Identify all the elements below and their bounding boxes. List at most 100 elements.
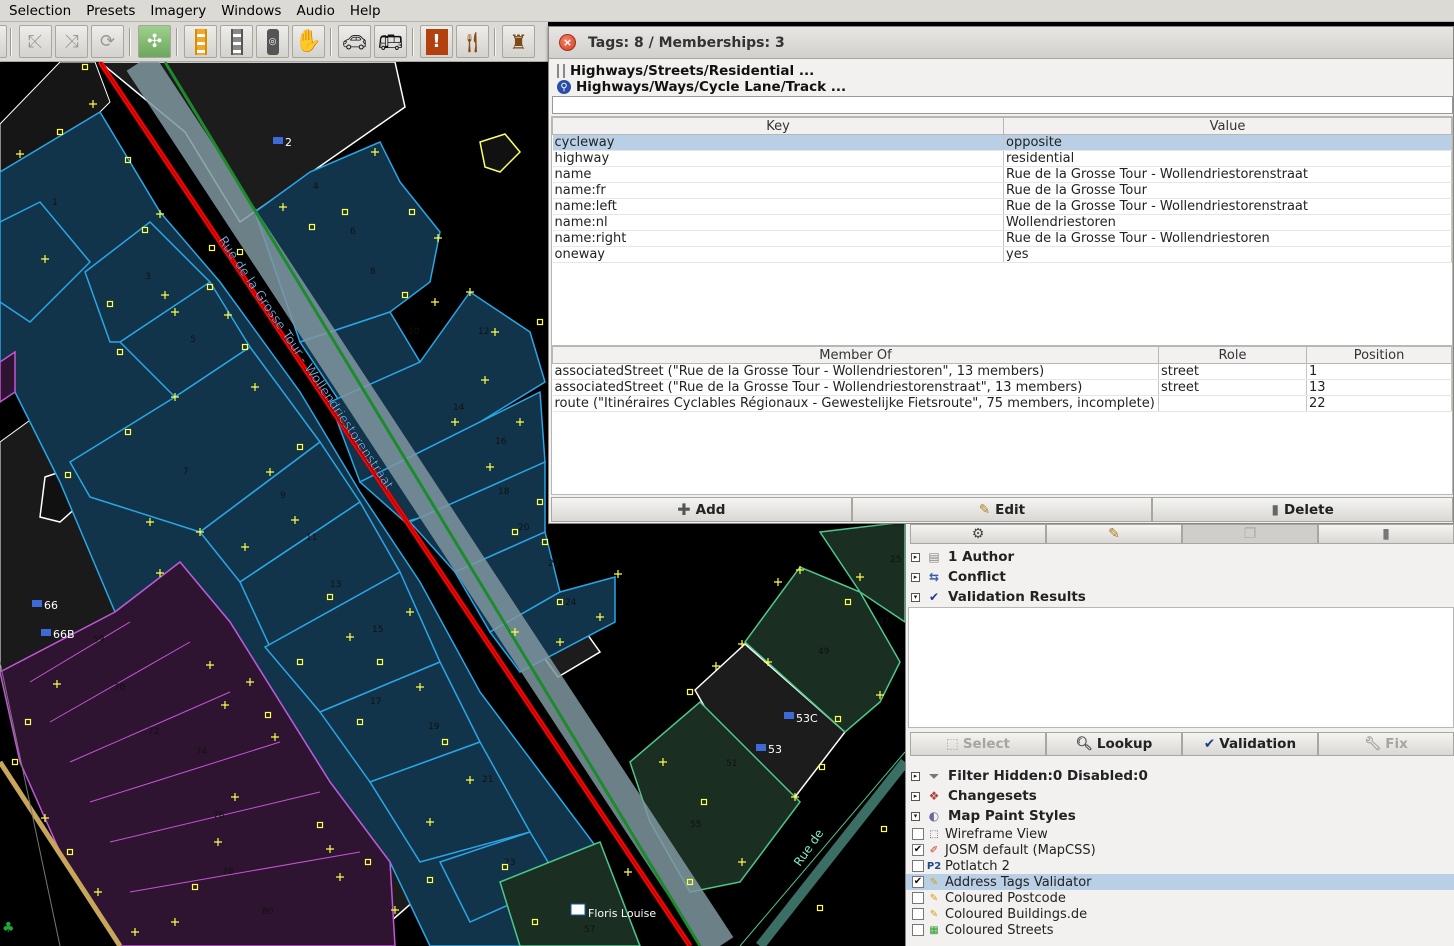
map-paint-styles-list[interactable]: ⬚ Wireframe View ✔ ✐ JOSM default (MapCSS) P2… [906, 826, 1454, 938]
select-button[interactable]: ⬚ Select [910, 732, 1046, 756]
membership-row[interactable]: associatedStreet ("Rue de la Grosse Tour… [553, 380, 1452, 396]
menu-windows[interactable]: Windows [212, 0, 287, 22]
membership-member-of[interactable]: associatedStreet ("Rue de la Grosse Tour… [553, 380, 1159, 396]
tag-key[interactable]: highway [553, 151, 1004, 167]
menu-help[interactable]: Help [341, 0, 387, 22]
tag-row[interactable]: oneway yes [553, 247, 1452, 263]
tag-value[interactable]: yes [1004, 247, 1452, 263]
add-button[interactable]: ✚ Add [551, 497, 852, 522]
column-header-member-of[interactable]: Member Of [553, 347, 1159, 364]
node-marker[interactable] [624, 868, 632, 876]
menu-imagery[interactable]: Imagery [141, 0, 212, 22]
column-header-role[interactable]: Role [1159, 347, 1307, 364]
copy-icon[interactable]: ❐ [1182, 524, 1318, 544]
membership-row[interactable]: associatedStreet ("Rue de la Grosse Tour… [553, 364, 1452, 380]
edit-button[interactable]: ✎ Edit [852, 497, 1153, 522]
node-marker[interactable] [210, 246, 215, 251]
tag-row[interactable]: name Rue de la Grosse Tour - Wollendriest… [553, 167, 1452, 183]
tag-row[interactable]: cycleway opposite [553, 135, 1452, 151]
column-header-position[interactable]: Position [1307, 347, 1452, 364]
tag-key[interactable]: name [553, 167, 1004, 183]
tag-key[interactable]: name:right [553, 231, 1004, 247]
tag-value[interactable]: Rue de la Grosse Tour - Wollendriestoren [1004, 231, 1452, 247]
menu-presets[interactable]: Presets [77, 0, 141, 22]
fix-button[interactable]: 🔧︎ Fix [1318, 732, 1454, 756]
toolbar-button-partial[interactable] [0, 25, 7, 58]
map-selection-icon[interactable]: ✣ [138, 25, 171, 58]
membership-member-of[interactable]: route ("Itinéraires Cyclables Régionaux … [553, 396, 1159, 412]
tag-key[interactable]: name:left [553, 199, 1004, 215]
combine-way-icon[interactable]: ⤨ [55, 25, 88, 58]
membership-member-of[interactable]: associatedStreet ("Rue de la Grosse Tour… [553, 364, 1159, 380]
node-marker[interactable] [818, 906, 823, 911]
conflict-toggle[interactable]: ▸ ⇆ Conflict [906, 567, 1454, 587]
style-item[interactable]: ⬚ Wireframe View [906, 826, 1454, 842]
bus-icon[interactable]: 🚌︎ [374, 25, 407, 58]
membership-table[interactable]: Member Of Role Position associatedStreet… [551, 345, 1453, 495]
membership-role[interactable]: street [1159, 380, 1307, 396]
style-checkbox[interactable] [912, 908, 924, 920]
membership-position[interactable]: 1 [1307, 364, 1452, 380]
changesets-toggle[interactable]: ▸ ❖ Changesets [906, 786, 1454, 806]
style-checkbox[interactable] [912, 828, 924, 840]
tag-value[interactable]: Rue de la Grosse Tour - Wollendriestoren… [1004, 199, 1452, 215]
tag-row[interactable]: highway residential [553, 151, 1452, 167]
style-item[interactable]: ✎ Coloured Buildings.de [906, 906, 1454, 922]
validation-button[interactable]: ✔ Validation [1182, 732, 1318, 756]
zoom-to-icon[interactable]: ⚙ [910, 524, 1046, 544]
delete-button[interactable]: ▮ Delete [1152, 497, 1453, 522]
info-icon[interactable]: ! [420, 25, 453, 58]
node-marker[interactable] [688, 690, 693, 695]
preset-link-cycle-lane[interactable]: ⚲ Highways/Ways/Cycle Lane/Track ... [549, 79, 1453, 95]
tag-key[interactable]: cycleway [553, 135, 1004, 151]
menu-selection[interactable]: Selection [0, 0, 77, 22]
node-marker[interactable] [774, 578, 782, 586]
style-item[interactable]: ✎ Coloured Postcode [906, 890, 1454, 906]
tag-row[interactable]: name:nl Wollendriestoren [553, 215, 1452, 231]
style-checkbox[interactable]: ✔ [912, 876, 924, 888]
road-icon[interactable] [184, 25, 217, 58]
tag-value[interactable]: Rue de la Grosse Tour - Wollendriestoren… [1004, 167, 1452, 183]
mappaint-toggle[interactable]: ▾ ◐ Map Paint Styles [906, 806, 1454, 826]
lookup-button[interactable]: 🔍︎ Lookup [1046, 732, 1182, 756]
tag-dialog-titlebar[interactable]: × Tags: 8 / Memberships: 3 [549, 27, 1453, 59]
style-checkbox[interactable]: ✔ [912, 844, 924, 856]
style-item[interactable]: P2 Potlatch 2 [906, 858, 1454, 874]
split-way-icon[interactable]: ⤪ [19, 25, 52, 58]
restaurant-icon[interactable]: 🍴︎ [456, 25, 489, 58]
traffic-light-icon[interactable]: ◎ [256, 25, 289, 58]
hand-stop-icon[interactable]: ✋ [292, 25, 325, 58]
validation-toggle[interactable]: ▾ ✔ Validation Results [906, 587, 1454, 607]
reverse-way-icon[interactable]: ⟳ [91, 25, 124, 58]
tag-key[interactable]: name:nl [553, 215, 1004, 231]
castle-icon[interactable]: ♜ [502, 25, 535, 58]
tag-value[interactable]: residential [1004, 151, 1452, 167]
membership-role[interactable] [1159, 396, 1307, 412]
style-item[interactable]: ✔ ✐ JOSM default (MapCSS) [906, 842, 1454, 858]
style-checkbox[interactable] [912, 892, 924, 904]
filter-toggle[interactable]: ▸ ⏷ Filter Hidden:0 Disabled:0 [906, 766, 1454, 786]
motorway-icon[interactable] [220, 25, 253, 58]
poi-icon[interactable] [571, 904, 585, 915]
tag-row[interactable]: name:right Rue de la Grosse Tour - Wollen… [553, 231, 1452, 247]
tag-value[interactable]: Rue de la Grosse Tour [1004, 183, 1452, 199]
style-checkbox[interactable] [912, 860, 924, 872]
edit-icon[interactable]: ✎ [1046, 524, 1182, 544]
tag-value[interactable]: opposite [1004, 135, 1452, 151]
membership-row[interactable]: route ("Itinéraires Cyclables Régionaux … [553, 396, 1452, 412]
car-icon[interactable]: 🚗︎ [338, 25, 371, 58]
tag-row[interactable]: name:fr Rue de la Grosse Tour [553, 183, 1452, 199]
building-dark[interactable] [480, 134, 520, 172]
close-icon[interactable]: × [559, 34, 576, 51]
menu-audio[interactable]: Audio [287, 0, 340, 22]
tag-row[interactable]: name:left Rue de la Grosse Tour - Wollend… [553, 199, 1452, 215]
column-header-key[interactable]: Key [553, 118, 1004, 135]
tag-key[interactable]: oneway [553, 247, 1004, 263]
membership-position[interactable]: 22 [1307, 396, 1452, 412]
tag-value[interactable]: Wollendriestoren [1004, 215, 1452, 231]
node-marker[interactable] [538, 320, 543, 325]
membership-role[interactable]: street [1159, 364, 1307, 380]
style-item[interactable]: ✔ ✎ Address Tags Validator [906, 874, 1454, 890]
style-checkbox[interactable] [912, 924, 924, 936]
node-marker[interactable] [882, 827, 887, 832]
